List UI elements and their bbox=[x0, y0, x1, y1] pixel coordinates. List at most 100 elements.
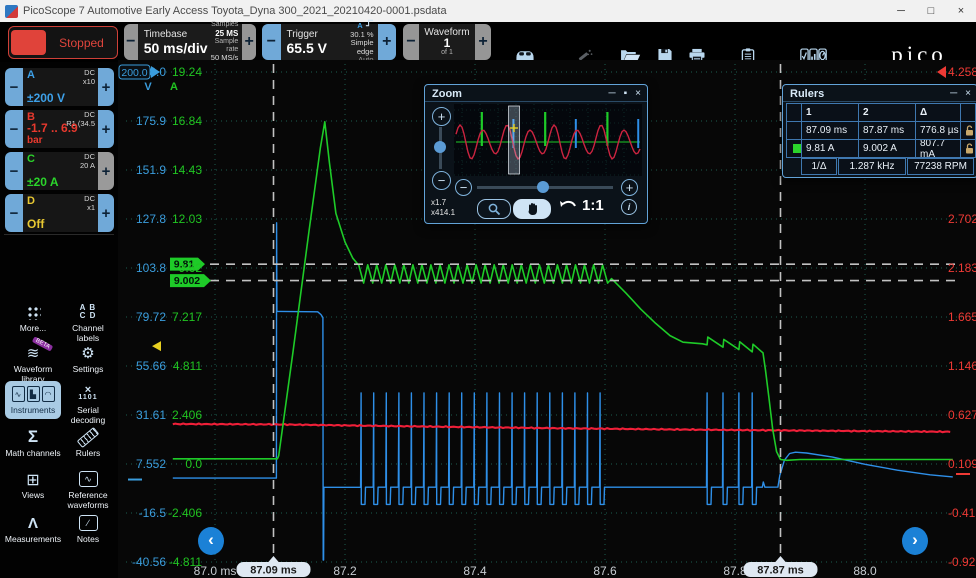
waveform-previous-button[interactable]: − bbox=[403, 24, 419, 60]
sidebar-item-views[interactable]: ⊞Views bbox=[5, 469, 61, 501]
svg-text:14.43: 14.43 bbox=[172, 163, 202, 177]
trigger-value[interactable]: 65.5 V bbox=[287, 40, 331, 56]
channel-coupling-probe: DCx1 bbox=[84, 195, 95, 212]
pan-tool-button[interactable] bbox=[513, 199, 551, 219]
timebase-value[interactable]: 50 ms/div bbox=[144, 40, 202, 56]
svg-text:87.87 ms: 87.87 ms bbox=[757, 565, 803, 577]
svg-text:79.72: 79.72 bbox=[136, 310, 166, 324]
channel-letter: C bbox=[27, 153, 35, 165]
rulers-window-titlebar[interactable]: Rulers ─ × bbox=[783, 85, 976, 102]
zoom-horizontal-plus-button[interactable]: + bbox=[621, 179, 638, 196]
sidebar-item-math-channels[interactable]: ΣMath channels bbox=[5, 427, 61, 459]
channel-d-settings[interactable]: DDCx1Off bbox=[23, 194, 98, 232]
zoom-selection-region[interactable] bbox=[509, 106, 520, 174]
channel-b-range-arrow bbox=[937, 66, 946, 78]
channel-a-settings[interactable]: ADCx10±200 V bbox=[23, 68, 98, 106]
channel-range: ±20 A bbox=[27, 177, 59, 188]
sidebar-item-channel-labels[interactable]: A BC DChannel labels bbox=[60, 302, 116, 343]
trigger-decrease-button[interactable]: − bbox=[262, 24, 281, 60]
pan-left-button[interactable]: ‹ bbox=[198, 527, 224, 555]
channel-c-increase-button[interactable]: + bbox=[98, 152, 114, 190]
sidebar-item-settings[interactable]: ⚙Settings bbox=[60, 343, 116, 375]
undo-zoom-icon[interactable] bbox=[559, 200, 579, 214]
svg-text:87.0 ms: 87.0 ms bbox=[194, 564, 237, 578]
padlock-icon bbox=[965, 125, 974, 136]
timebase-decrease-button[interactable]: − bbox=[124, 24, 138, 60]
sidebar-item-reference-waveforms[interactable]: ∿Reference waveforms bbox=[60, 469, 116, 510]
close-button[interactable]: × bbox=[946, 0, 976, 22]
channel-c-panel[interactable]: −C DC20 A ±20 A + bbox=[5, 152, 114, 190]
maximize-button[interactable]: □ bbox=[916, 0, 946, 22]
zoom-window-titlebar[interactable]: Zoom ─ ▪ × bbox=[425, 85, 647, 102]
sidebar-item-serial-decoding[interactable]: ×1101Serial decoding bbox=[60, 384, 116, 425]
channel-range: -1.7 .. 6.9bar bbox=[27, 123, 78, 146]
svg-text:0.627: 0.627 bbox=[948, 408, 976, 422]
channel-b-settings[interactable]: BDCR1 (34.5-1.7 .. 6.9bar bbox=[23, 110, 98, 148]
instruments-icon: ∿▙◠ bbox=[12, 384, 55, 404]
zoom-restore-icon[interactable]: ▪ bbox=[624, 89, 628, 99]
zoom-info-icon[interactable]: i bbox=[621, 199, 637, 215]
svg-text:9.002: 9.002 bbox=[174, 275, 200, 287]
channel-d-panel[interactable]: −DDCx1Off+ bbox=[5, 194, 114, 232]
zoom-window-title: Zoom bbox=[432, 88, 601, 100]
sidebar-item-waveform-library[interactable]: ≋BETAWaveform library bbox=[5, 343, 61, 384]
svg-text:103.8: 103.8 bbox=[136, 261, 166, 275]
svg-text:175.9: 175.9 bbox=[136, 114, 166, 128]
zoom-minimize-icon[interactable]: ─ bbox=[609, 89, 616, 99]
sidebar-item-notes[interactable]: ∕Notes bbox=[60, 513, 116, 545]
trigger-increase-button[interactable]: + bbox=[378, 24, 397, 60]
time-ruler-delta-value: 776.8 µs bbox=[916, 122, 960, 139]
zoom-vertical-minus-button[interactable]: − bbox=[432, 171, 451, 190]
channel-c-decrease-button[interactable]: − bbox=[5, 152, 23, 190]
sidebar-item-measurements[interactable]: ΛMeasurements bbox=[5, 513, 61, 545]
sidebar-item-label: Serial decoding bbox=[60, 406, 116, 425]
waveform-next-button[interactable]: + bbox=[475, 24, 491, 60]
channel-b-decrease-button[interactable]: − bbox=[5, 110, 23, 148]
zoom-vertical-plus-button[interactable]: + bbox=[432, 107, 451, 126]
svg-text:1.665: 1.665 bbox=[948, 310, 976, 324]
trigger-level-marker[interactable] bbox=[152, 341, 161, 351]
svg-text:9.62: 9.62 bbox=[179, 261, 203, 275]
zoom-one-to-one-button[interactable]: 1:1 bbox=[582, 197, 604, 214]
current-ruler-lock-button[interactable] bbox=[961, 140, 975, 157]
svg-text:19.24: 19.24 bbox=[172, 65, 202, 79]
channel-coupling-probe: DCx10 bbox=[83, 69, 95, 86]
timebase-increase-button[interactable]: + bbox=[242, 24, 256, 60]
sidebar-item-instruments[interactable]: ∿▙◠Instruments bbox=[5, 381, 61, 419]
sidebar-item-label: Reference waveforms bbox=[67, 491, 108, 510]
svg-text:-16.5: -16.5 bbox=[139, 506, 167, 520]
time-ruler-lock-button[interactable] bbox=[961, 122, 975, 139]
title-bar: PicoScope 7 Automotive Early Access Toyo… bbox=[0, 0, 976, 22]
zoom-overview-thumbnail[interactable] bbox=[454, 104, 642, 176]
zoom-tool-button[interactable] bbox=[477, 199, 511, 219]
channel-c-settings[interactable]: C DC20 A ±20 A bbox=[23, 152, 98, 190]
channel-d-increase-button[interactable]: + bbox=[98, 194, 114, 232]
sidebar-item-rulers[interactable]: Rulers bbox=[60, 427, 116, 459]
channel-a-increase-button[interactable]: + bbox=[98, 68, 114, 106]
channel-d-decrease-button[interactable]: − bbox=[5, 194, 23, 232]
pan-right-button[interactable]: › bbox=[902, 527, 928, 555]
channel-a-panel[interactable]: −ADCx10±200 V+ bbox=[5, 68, 114, 106]
sidebar-item-more[interactable]: More... bbox=[5, 302, 61, 334]
channel-b-panel[interactable]: −BDCR1 (34.5-1.7 .. 6.9bar+ bbox=[5, 110, 114, 148]
rulers-window[interactable]: Rulers ─ × 1 2 Δ 87.09 ms 87.87 ms 776.8… bbox=[782, 84, 976, 178]
notes-icon: ∕ bbox=[79, 513, 98, 533]
channel-coupling-probe: DC20 A bbox=[80, 153, 95, 170]
start-stop-button[interactable]: Stopped bbox=[8, 26, 118, 59]
padlock-icon bbox=[965, 143, 974, 154]
zoom-vertical-thumb[interactable] bbox=[434, 141, 446, 153]
rulers-close-icon[interactable]: × bbox=[965, 89, 971, 99]
rulers-header-2: 2 bbox=[859, 104, 915, 121]
minimize-button[interactable]: ─ bbox=[886, 0, 916, 22]
zoom-horizontal-thumb[interactable] bbox=[537, 181, 549, 193]
rulers-minimize-icon[interactable]: ─ bbox=[950, 89, 957, 99]
zoom-x-scale: x1.7 bbox=[431, 198, 455, 208]
channel-a-decrease-button[interactable]: − bbox=[5, 68, 23, 106]
current-ruler-1-value: 9.81 A bbox=[802, 140, 858, 157]
channel-b-increase-button[interactable]: + bbox=[98, 110, 114, 148]
zoom-window[interactable]: Zoom ─ ▪ × + − − + x1.7 x414.1 1:1 i bbox=[424, 84, 648, 224]
zoom-close-icon[interactable]: × bbox=[635, 89, 641, 99]
current-ruler-delta-value: 807.7 mA bbox=[916, 140, 960, 157]
stopped-label: Stopped bbox=[46, 36, 117, 50]
zoom-horizontal-minus-button[interactable]: − bbox=[455, 179, 472, 196]
